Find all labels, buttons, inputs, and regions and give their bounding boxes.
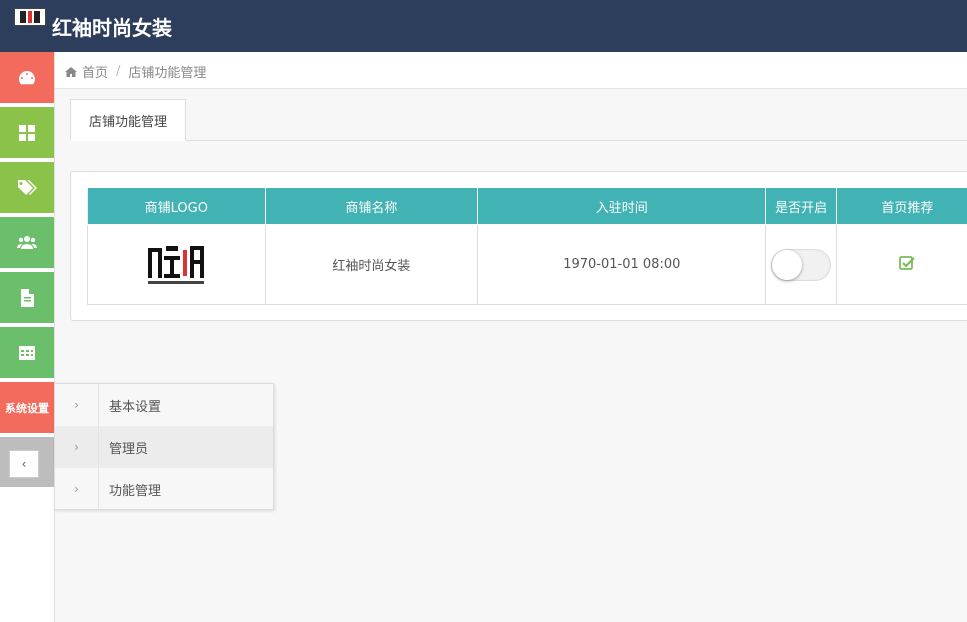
tab-divider [70,140,967,141]
store-name-cell: 红袖时尚女装 [264,224,479,305]
store-table: 商铺LOGO 商铺名称 入驻时间 是否开启 首页推荐 红袖时尚女装 1970-0… [87,187,967,305]
store-logo-cell [87,224,266,305]
column-header-time: 入驻时间 [477,187,767,225]
grid-icon [19,124,35,141]
collapse-sidebar-button[interactable]: ‹ [9,450,39,478]
submenu-item-label: 功能管理 [109,483,162,499]
sidebar-item-system-settings[interactable]: 系统设置 [0,382,54,435]
submenu-item-label: 基本设置 [109,399,162,415]
sidebar: 系统设置 ‹ [0,52,55,622]
column-header-recommended: 首页推荐 [835,187,967,225]
sidebar-item-users[interactable] [0,217,54,270]
sidebar-item-grid[interactable] [0,107,54,160]
chevron-right-icon: › [55,468,99,510]
table-icon [19,345,35,360]
sidebar-item-dashboard[interactable] [0,52,54,105]
store-logo-image [146,242,206,288]
enabled-toggle[interactable] [771,248,832,281]
submenu-item-administrators[interactable]: › 管理员 [55,426,273,468]
breadcrumb-bar: 首页 / 店铺功能管理 [55,52,967,89]
column-header-name: 商铺名称 [264,187,479,225]
breadcrumb-separator: / [116,64,121,79]
column-header-enabled: 是否开启 [765,187,837,225]
table-header-row: 商铺LOGO 商铺名称 入驻时间 是否开启 首页推荐 [87,187,967,225]
chevron-right-icon: › [55,384,99,426]
checkbox-checked-icon[interactable] [899,255,916,271]
breadcrumb: 首页 / 店铺功能管理 [65,62,206,81]
toggle-knob [772,249,803,280]
home-icon [65,66,77,77]
sidebar-item-label: 系统设置 [5,401,49,415]
sidebar-item-table[interactable] [0,327,54,380]
content-panel: 商铺LOGO 商铺名称 入驻时间 是否开启 首页推荐 红袖时尚女装 1970-0… [70,171,967,321]
app-title: 红袖时尚女装 [52,16,172,40]
submenu-item-label: 管理员 [109,441,149,457]
sidebar-item-tags[interactable] [0,162,54,215]
store-join-time-cell: 1970-01-01 08:00 [477,224,767,305]
tags-icon [18,179,37,195]
system-settings-submenu: › 基本设置 › 管理员 › 功能管理 [54,383,274,510]
file-icon [21,288,34,307]
tab-store-function-management[interactable]: 店铺功能管理 [70,99,186,141]
submenu-item-function-management[interactable]: › 功能管理 [55,468,273,510]
submenu-item-basic-settings[interactable]: › 基本设置 [55,384,273,426]
dashboard-icon [19,70,35,84]
collapse-area: ‹ [0,437,54,487]
top-bar: 红袖时尚女装 [0,0,967,52]
table-row: 红袖时尚女装 1970-01-01 08:00 [87,224,967,305]
enabled-cell [765,224,837,305]
chevron-right-icon: › [55,426,99,468]
app-logo [14,8,46,26]
users-icon [17,235,37,249]
breadcrumb-current: 店铺功能管理 [128,66,207,81]
recommended-cell [835,224,967,305]
column-header-logo: 商铺LOGO [87,187,266,225]
sidebar-item-documents[interactable] [0,272,54,325]
breadcrumb-home-link[interactable]: 首页 [82,62,108,81]
